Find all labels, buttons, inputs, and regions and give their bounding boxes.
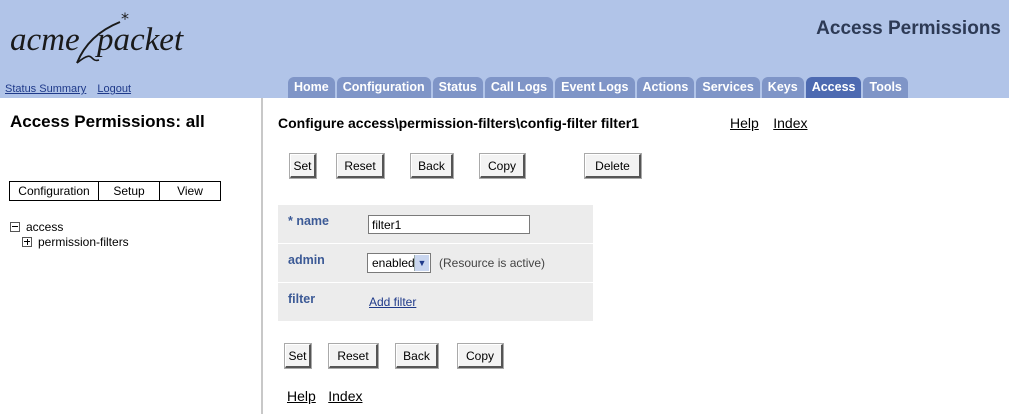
view-mode-buttons: Configuration Setup View (9, 181, 221, 201)
index-link-bottom[interactable]: Index (328, 388, 362, 404)
form-row-filter: filter Add filter (278, 283, 593, 321)
tab-status[interactable]: Status (432, 77, 483, 98)
copy-button-bottom[interactable]: Copy (457, 343, 504, 369)
help-link-bottom[interactable]: Help (287, 388, 316, 404)
tab-event-logs[interactable]: Event Logs (555, 77, 635, 98)
tab-configuration[interactable]: Configuration (336, 77, 431, 98)
admin-select-value: enabled (372, 256, 415, 270)
tree-item-access: access (10, 219, 129, 234)
tab-call-logs[interactable]: Call Logs (484, 77, 554, 98)
name-label: * name (288, 214, 329, 228)
index-link[interactable]: Index (773, 115, 807, 131)
add-filter-link[interactable]: Add filter (369, 295, 416, 309)
bottom-links: Help Index (287, 388, 371, 406)
minus-box-icon[interactable] (10, 221, 20, 232)
setup-view-button[interactable]: Setup (99, 182, 160, 200)
tree-label-permission-filters[interactable]: permission-filters (38, 235, 129, 249)
tab-actions[interactable]: Actions (636, 77, 695, 98)
main-content: Configure access\permission-filters\conf… (265, 98, 1009, 414)
view-button[interactable]: View (160, 182, 220, 200)
sidebar-title: Access Permissions: all (10, 112, 205, 131)
admin-status-note: (Resource is active) (439, 256, 546, 270)
main-tabs: Home Configuration Status Call Logs Even… (288, 77, 910, 98)
config-tree: access permission-filters (10, 219, 129, 249)
tab-keys[interactable]: Keys (761, 77, 804, 98)
form-row-name: * name filter1 (278, 205, 593, 244)
filter-form: * name filter1 admin enabled ▼ (Resource… (278, 205, 593, 321)
sidebar: Access Permissions: all Configuration Se… (0, 98, 263, 414)
tab-services[interactable]: Services (696, 77, 760, 98)
admin-select[interactable]: enabled ▼ (367, 253, 431, 273)
copy-button[interactable]: Copy (479, 153, 526, 179)
tree-label-access[interactable]: access (26, 220, 63, 234)
header: acme * packet Access Permissions Status … (0, 0, 1009, 98)
help-link[interactable]: Help (730, 115, 759, 131)
form-row-admin: admin enabled ▼ (Resource is active) (278, 244, 593, 283)
reset-button[interactable]: Reset (336, 153, 385, 179)
set-button-bottom[interactable]: Set (284, 343, 312, 369)
page-title: Configure access\permission-filters\conf… (278, 115, 639, 131)
name-field[interactable]: filter1 (368, 215, 530, 234)
logout-link[interactable]: Logout (97, 83, 131, 95)
page-heading: Access Permissions (816, 18, 1001, 39)
reset-button-bottom[interactable]: Reset (328, 343, 379, 369)
back-button[interactable]: Back (410, 153, 454, 179)
back-button-bottom[interactable]: Back (395, 343, 439, 369)
status-summary-link[interactable]: Status Summary (5, 83, 86, 95)
title-links: Help Index (730, 115, 818, 133)
set-button[interactable]: Set (289, 153, 317, 179)
delete-button[interactable]: Delete (584, 153, 642, 179)
top-links: Status Summary Logout (5, 83, 139, 95)
plus-box-icon[interactable] (22, 236, 32, 247)
tab-tools[interactable]: Tools (863, 77, 908, 98)
tab-access[interactable]: Access (805, 77, 862, 98)
configuration-view-button[interactable]: Configuration (10, 182, 99, 200)
logo-text-packet: packet (97, 22, 184, 58)
admin-label: admin (288, 253, 325, 267)
tree-item-permission-filters: permission-filters (10, 234, 129, 249)
tab-home[interactable]: Home (288, 77, 335, 98)
acme-packet-logo: acme * packet (7, 8, 207, 68)
filter-label: filter (288, 292, 316, 306)
chevron-down-icon[interactable]: ▼ (414, 255, 429, 271)
